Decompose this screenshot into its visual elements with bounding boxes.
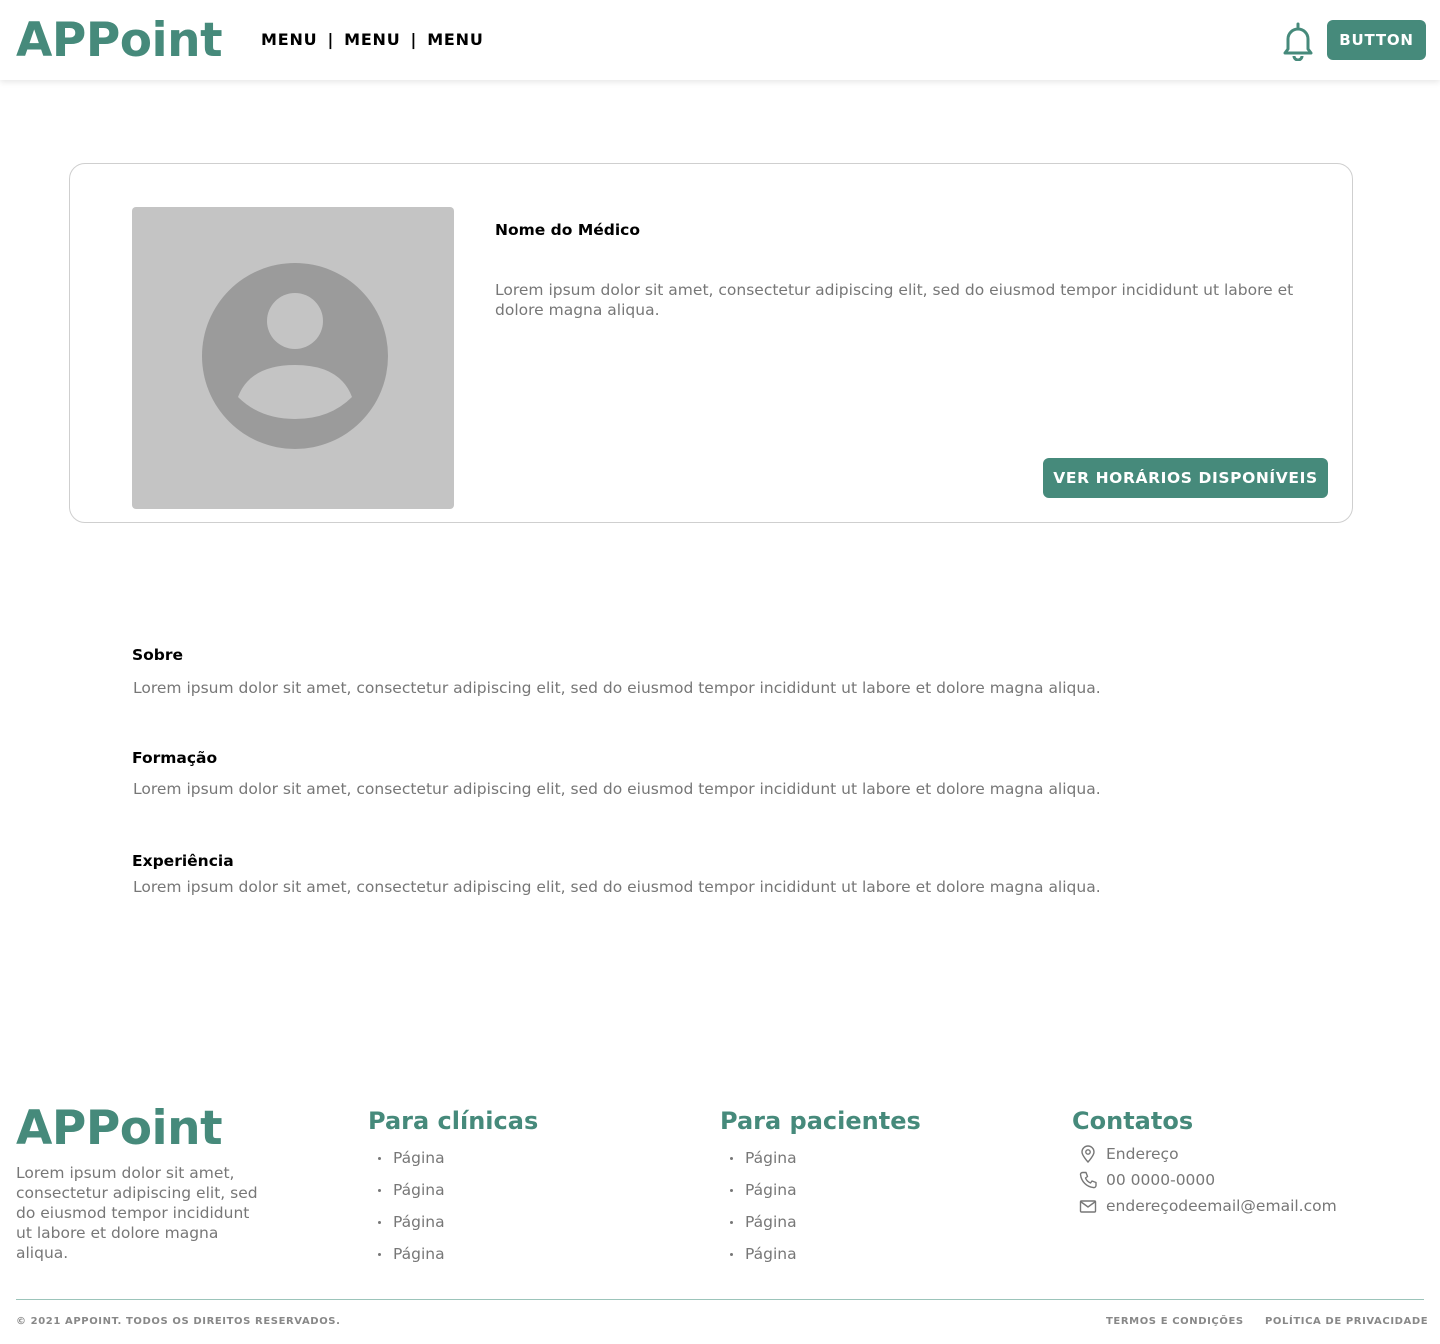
privacy-link[interactable]: POLÍTICA DE PRIVACIDADE — [1265, 1316, 1428, 1328]
top-header: APPoint MENU | MENU | MENU BUTTON — [0, 0, 1440, 80]
footer-link-label: Página — [745, 1213, 797, 1231]
bullet — [378, 1221, 381, 1224]
map-pin-icon — [1081, 1145, 1095, 1164]
footer-link-label: Página — [745, 1181, 797, 1199]
footer-contacts-title: Contatos — [1072, 1107, 1194, 1135]
doctor-card: Nome do Médico Lorem ipsum dolor sit ame… — [69, 163, 1353, 523]
contact-email-text[interactable]: endereçodeemail@email.com — [1106, 1196, 1337, 1216]
section-text-sobre: Lorem ipsum dolor sit amet, consectetur … — [133, 679, 1101, 697]
header-button[interactable]: BUTTON — [1327, 20, 1426, 60]
section-text-experiencia: Lorem ipsum dolor sit amet, consectetur … — [133, 878, 1101, 896]
contact-email: endereçodeemail@email.com — [1078, 1196, 1337, 1216]
contact-address: Endereço — [1078, 1144, 1179, 1164]
mail-icon — [1079, 1200, 1097, 1213]
footer-link[interactable]: Página — [368, 1148, 445, 1180]
footer-link[interactable]: Página — [720, 1180, 797, 1212]
footer-link-label: Página — [393, 1245, 445, 1263]
phone-icon — [1079, 1171, 1097, 1189]
footer-link[interactable]: Página — [368, 1180, 445, 1212]
bullet — [378, 1253, 381, 1256]
nav-separator: | — [327, 30, 335, 49]
footer-link-label: Página — [393, 1181, 445, 1199]
nav-menu-item-3[interactable]: MENU — [427, 30, 483, 50]
footer-divider — [16, 1299, 1424, 1300]
view-available-times-button[interactable]: VER HORÁRIOS DISPONÍVEIS — [1043, 458, 1328, 498]
footer-clinics-title: Para clínicas — [368, 1107, 539, 1135]
terms-link[interactable]: TERMOS E CONDIÇÕES — [1106, 1316, 1244, 1328]
footer-patients-title: Para pacientes — [720, 1107, 921, 1135]
footer-link[interactable]: Página — [720, 1212, 797, 1244]
doctor-name: Nome do Médico — [495, 221, 641, 239]
bell-icon[interactable] — [1280, 21, 1316, 62]
section-title-formacao: Formação — [132, 749, 218, 767]
footer-link-label: Página — [393, 1213, 445, 1231]
footer-about: Lorem ipsum dolor sit amet, consectetur … — [16, 1164, 258, 1262]
footer-link[interactable]: Página — [368, 1212, 445, 1244]
footer-link[interactable]: Página — [368, 1244, 445, 1276]
contact-phone: 00 0000-0000 — [1078, 1170, 1215, 1190]
footer-patients-links: Página Página Página Página — [720, 1148, 797, 1276]
contact-phone-text: 00 0000-0000 — [1106, 1171, 1216, 1189]
footer-link-label: Página — [745, 1245, 797, 1263]
bullet — [730, 1189, 733, 1192]
doctor-photo — [132, 207, 454, 509]
section-text-formacao: Lorem ipsum dolor sit amet, consectetur … — [133, 780, 1101, 798]
nav-menu-item-2[interactable]: MENU — [344, 30, 400, 50]
footer-link-label: Página — [745, 1149, 797, 1167]
doctor-description: Lorem ipsum dolor sit amet, consectetur … — [495, 281, 1294, 319]
nav-menu-item-1[interactable]: MENU — [261, 30, 317, 50]
section-title-sobre: Sobre — [132, 646, 184, 664]
bullet — [730, 1157, 733, 1160]
bullet — [378, 1157, 381, 1160]
nav-separator: | — [410, 30, 418, 49]
logo[interactable]: APPoint — [16, 14, 223, 68]
footer-link[interactable]: Página — [720, 1244, 797, 1276]
footer-logo[interactable]: APPoint — [16, 1102, 223, 1156]
bullet — [730, 1221, 733, 1224]
bullet — [378, 1189, 381, 1192]
section-title-experiencia: Experiência — [132, 852, 234, 870]
bullet — [730, 1253, 733, 1256]
contact-address-text: Endereço — [1106, 1145, 1179, 1163]
footer-clinics-links: Página Página Página Página — [368, 1148, 445, 1276]
main-nav: MENU | MENU | MENU — [261, 30, 484, 50]
footer-link[interactable]: Página — [720, 1148, 797, 1180]
footer-link-label: Página — [393, 1149, 445, 1167]
copyright: © 2021 APPOINT. TODOS OS DIREITOS RESERV… — [16, 1316, 341, 1327]
user-avatar-placeholder-icon — [202, 263, 388, 449]
